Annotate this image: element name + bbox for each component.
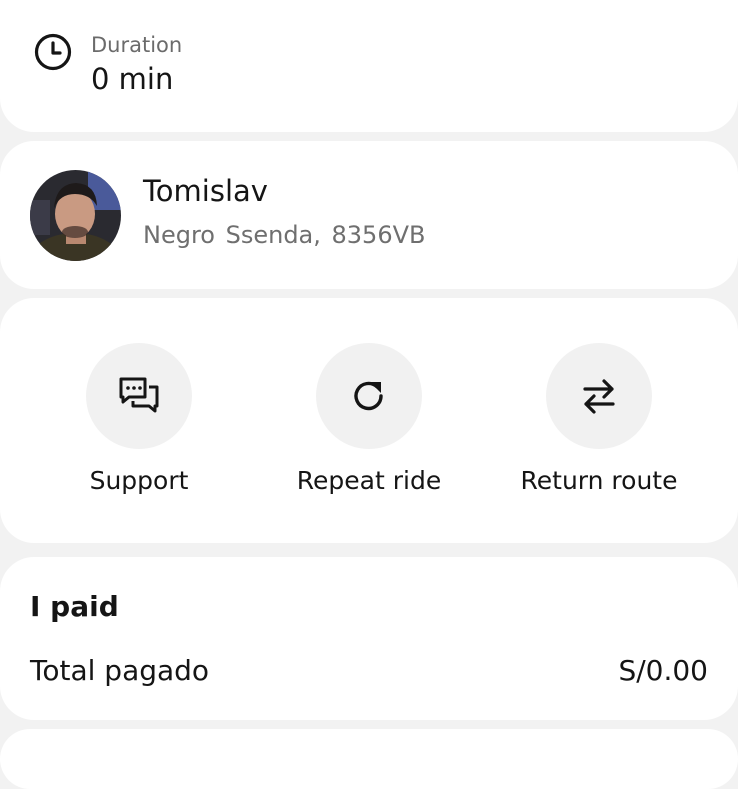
repeat-ride-icon-circle[interactable] [316,343,422,449]
support-icon-circle[interactable] [86,343,192,449]
payment-title: I paid [30,590,119,623]
repeat-ride-label: Repeat ride [296,466,442,495]
return-route-button[interactable]: Return route [484,343,714,495]
refresh-icon [354,381,383,411]
return-route-label: Return route [520,466,678,495]
swap-arrows-icon [583,379,615,414]
clock-icon [34,33,72,71]
return-route-icon-circle[interactable] [546,343,652,449]
vehicle-info: Negro Ssenda, 8356VB [143,221,426,249]
driver-card[interactable]: Tomislav Negro Ssenda, 8356VB [0,141,738,289]
duration-value: 0 min [91,62,174,96]
total-paid-amount: S/0.00 [618,654,708,687]
driver-avatar [30,170,121,261]
next-card [0,729,738,789]
support-button[interactable]: Support [24,343,254,495]
actions-card: Support Repeat ride Return route [0,298,738,543]
duration-card: Duration 0 min [0,0,738,132]
support-label: Support [89,466,189,495]
repeat-ride-button[interactable]: Repeat ride [254,343,484,495]
chat-bubbles-icon [119,377,159,413]
payment-card: I paid Total pagado S/0.00 [0,557,738,720]
driver-name: Tomislav [143,174,268,208]
duration-label: Duration [91,33,183,57]
total-paid-label: Total pagado [30,654,210,687]
